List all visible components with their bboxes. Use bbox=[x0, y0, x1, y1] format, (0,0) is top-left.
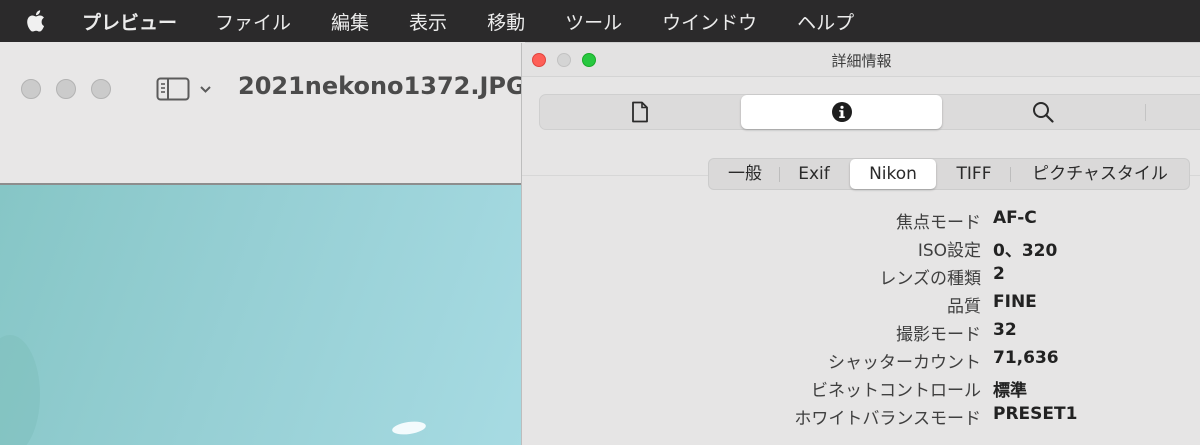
sidebar-icon bbox=[156, 77, 211, 101]
tab-info[interactable] bbox=[741, 95, 942, 129]
sidebar-toggle-button[interactable] bbox=[156, 76, 214, 102]
property-label: レンズの種類 bbox=[879, 269, 981, 289]
section-picture-style[interactable]: ピクチャスタイル bbox=[1016, 159, 1184, 189]
search-icon bbox=[1033, 102, 1054, 123]
property-label: ISO設定 bbox=[917, 241, 981, 261]
property-value: 2 bbox=[993, 264, 1005, 284]
property-label: 品質 bbox=[947, 297, 981, 317]
property-value: FINE bbox=[993, 292, 1037, 312]
property-label: 焦点モード bbox=[896, 213, 981, 233]
property-value: 0、320 bbox=[993, 241, 1058, 261]
inspector-title: 詳細情報 bbox=[831, 52, 892, 70]
property-row: レンズの種類 2 bbox=[522, 264, 1200, 292]
inspector-panel: 詳細情報 一般 Exif Nikon TIFF ピクチャスタイル 焦点モード A… bbox=[521, 43, 1200, 445]
menu-edit[interactable]: 編集 bbox=[331, 8, 369, 35]
menubar: プレビュー ファイル 編集 表示 移動 ツール ウインドウ ヘルプ bbox=[0, 0, 1200, 42]
info-icon bbox=[831, 102, 852, 122]
section-exif[interactable]: Exif bbox=[783, 159, 845, 189]
window-minimize-button[interactable] bbox=[56, 79, 76, 99]
menu-app-preview[interactable]: プレビュー bbox=[82, 8, 177, 35]
document-icon bbox=[632, 101, 648, 123]
section-general[interactable]: 一般 bbox=[715, 159, 775, 189]
image-canvas[interactable] bbox=[0, 185, 525, 445]
property-label: ホワイトバランスモード bbox=[794, 409, 981, 429]
inspector-icon-tabs bbox=[539, 94, 1200, 130]
preview-toolbar: 2021nekono1372.JPG bbox=[0, 42, 526, 185]
photo-highlight bbox=[391, 419, 427, 437]
property-row: ビネットコントロール 標準 bbox=[522, 376, 1200, 404]
property-value: 標準 bbox=[993, 381, 1027, 401]
preview-window: 2021nekono1372.JPG bbox=[0, 42, 526, 445]
menu-tools[interactable]: ツール bbox=[565, 8, 622, 35]
segment-separator bbox=[1010, 167, 1011, 182]
document-title: 2021nekono1372.JPG bbox=[238, 72, 526, 100]
menu-file[interactable]: ファイル bbox=[215, 8, 291, 35]
property-value: AF-C bbox=[993, 208, 1037, 228]
tab-separator bbox=[1145, 104, 1146, 121]
property-row: 撮影モード 32 bbox=[522, 320, 1200, 348]
tab-document[interactable] bbox=[540, 95, 740, 129]
property-row: ISO設定 0、320 bbox=[522, 236, 1200, 264]
property-row: ホワイトバランスモード PRESET1 bbox=[522, 404, 1200, 432]
property-row: 焦点モード AF-C bbox=[522, 208, 1200, 236]
property-label: シャッターカウント bbox=[828, 353, 981, 373]
window-zoom-button[interactable] bbox=[91, 79, 111, 99]
section-segmented-control: 一般 Exif Nikon TIFF ピクチャスタイル bbox=[708, 158, 1190, 190]
property-row: シャッターカウント 71,636 bbox=[522, 348, 1200, 376]
menu-window[interactable]: ウインドウ bbox=[662, 8, 757, 35]
menu-view[interactable]: 表示 bbox=[409, 8, 447, 35]
photo-shadow bbox=[0, 335, 40, 445]
section-tiff[interactable]: TIFF bbox=[943, 159, 1005, 189]
chevron-down-icon bbox=[200, 86, 211, 93]
property-value: PRESET1 bbox=[993, 404, 1078, 424]
property-row: 品質 FINE bbox=[522, 292, 1200, 320]
section-nikon[interactable]: Nikon bbox=[850, 159, 936, 189]
apple-icon[interactable] bbox=[24, 9, 46, 33]
property-label: 撮影モード bbox=[896, 325, 981, 345]
menu-help[interactable]: ヘルプ bbox=[797, 8, 854, 35]
window-close-button[interactable] bbox=[21, 79, 41, 99]
menu-go[interactable]: 移動 bbox=[487, 8, 525, 35]
property-label: ビネットコントロール bbox=[811, 381, 981, 401]
inspector-titlebar: 詳細情報 bbox=[522, 43, 1200, 77]
property-value: 32 bbox=[993, 320, 1017, 340]
property-value: 71,636 bbox=[993, 348, 1059, 368]
tab-search[interactable] bbox=[943, 95, 1143, 129]
segment-separator bbox=[779, 167, 780, 182]
